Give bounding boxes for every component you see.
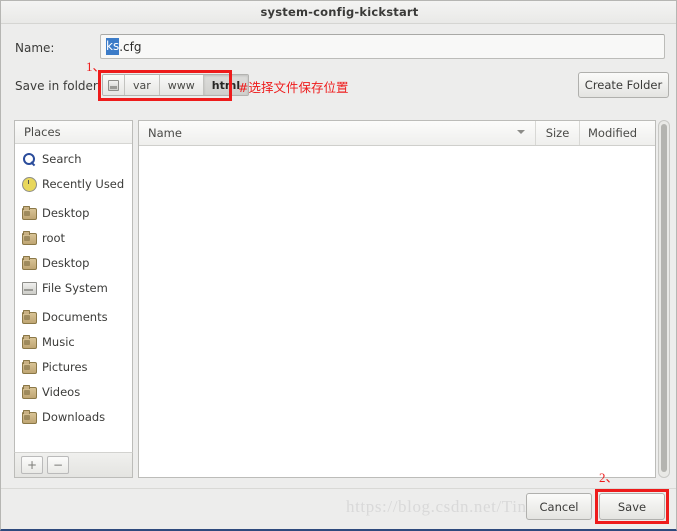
annotation-note-chinese: #选择文件保存位置: [238, 80, 349, 95]
window-title: system-config-kickstart: [260, 5, 419, 19]
action-area-divider: [1, 488, 676, 489]
clock-icon: [22, 176, 37, 192]
sidebar-item-pictures[interactable]: Pictures: [15, 354, 132, 379]
cancel-button[interactable]: Cancel: [526, 493, 592, 520]
sidebar-item-search[interactable]: Search: [15, 146, 132, 171]
titlebar: system-config-kickstart: [1, 1, 676, 24]
add-place-button[interactable]: +: [21, 456, 43, 474]
folder-icon: [22, 255, 37, 270]
sidebar-item-label: Search: [42, 151, 82, 166]
folder-icon: [22, 409, 37, 424]
sidebar-item-label: Recently Used: [42, 176, 125, 191]
sidebar-item-label: root: [42, 230, 66, 245]
path-button-var[interactable]: var: [125, 75, 160, 95]
sidebar-item-label: Desktop: [42, 205, 90, 220]
sidebar-item-desktop[interactable]: Desktop: [15, 200, 132, 225]
column-header-name[interactable]: Name: [139, 121, 536, 145]
file-save-dialog-window: system-config-kickstart Name: ks .cfg Sav…: [0, 0, 677, 531]
sidebar-item-label: Desktop: [42, 255, 90, 270]
annotation-marker-2: 2、: [599, 470, 619, 485]
path-button-root-drive[interactable]: [103, 75, 125, 95]
path-breadcrumb-bar: var www html: [102, 74, 250, 96]
sidebar-item-file-system[interactable]: File System: [15, 275, 132, 300]
path-button-www[interactable]: www: [159, 75, 204, 95]
sidebar-item-music[interactable]: Music: [15, 329, 132, 354]
search-icon: [22, 152, 36, 166]
drive-icon: [108, 79, 119, 91]
save-in-folder-label: Save in folder:: [15, 79, 102, 93]
create-folder-button[interactable]: Create Folder: [578, 72, 669, 98]
sidebar-item-recently-used[interactable]: Recently Used: [15, 171, 132, 196]
places-footer-toolbar: + −: [14, 452, 133, 478]
sidebar-item-label: Documents: [42, 309, 108, 324]
file-list-body[interactable]: [139, 146, 655, 477]
file-list-scrollbar[interactable]: [658, 120, 670, 478]
file-list-pane: Name Size Modified: [138, 120, 656, 478]
column-header-modified[interactable]: Modified: [580, 121, 655, 145]
sidebar-item-label: Videos: [42, 384, 81, 399]
remove-place-button[interactable]: −: [47, 456, 69, 474]
home-folder-icon: [22, 230, 37, 245]
sidebar-item-downloads[interactable]: Downloads: [15, 404, 132, 429]
sidebar-item-root[interactable]: root: [15, 225, 132, 250]
filename-selected-text: ks: [106, 38, 120, 55]
folder-icon: [22, 359, 37, 374]
folder-icon: [22, 384, 37, 399]
name-label: Name:: [15, 41, 55, 55]
sidebar-item-label: Pictures: [42, 359, 88, 374]
annotation-marker-1: 1、: [86, 59, 106, 74]
folder-icon: [22, 309, 37, 324]
sidebar-item-videos[interactable]: Videos: [15, 379, 132, 404]
folder-icon: [22, 334, 37, 349]
filename-remaining-text: .cfg: [119, 39, 142, 54]
sidebar-item-label: Music: [42, 334, 75, 349]
column-header-name-label: Name: [148, 126, 182, 140]
save-button[interactable]: Save: [599, 493, 665, 520]
sidebar-item-documents[interactable]: Documents: [15, 304, 132, 329]
sidebar-item-desktop-2[interactable]: Desktop: [15, 250, 132, 275]
sidebar-item-label: Downloads: [42, 409, 106, 424]
places-sidebar: Places Search Recently Used Desktop root…: [14, 120, 133, 478]
column-header-size[interactable]: Size: [536, 121, 580, 145]
chevron-down-icon: [517, 130, 525, 134]
sidebar-item-label: File System: [42, 280, 108, 295]
file-list-scrollbar-thumb[interactable]: [661, 124, 667, 472]
filename-input[interactable]: ks .cfg: [100, 34, 665, 59]
file-list-header: Name Size Modified: [139, 121, 655, 146]
places-header: Places: [15, 121, 132, 144]
places-list: Search Recently Used Desktop root Deskto…: [15, 144, 132, 429]
disk-icon: [22, 281, 37, 295]
folder-icon: [22, 205, 37, 220]
